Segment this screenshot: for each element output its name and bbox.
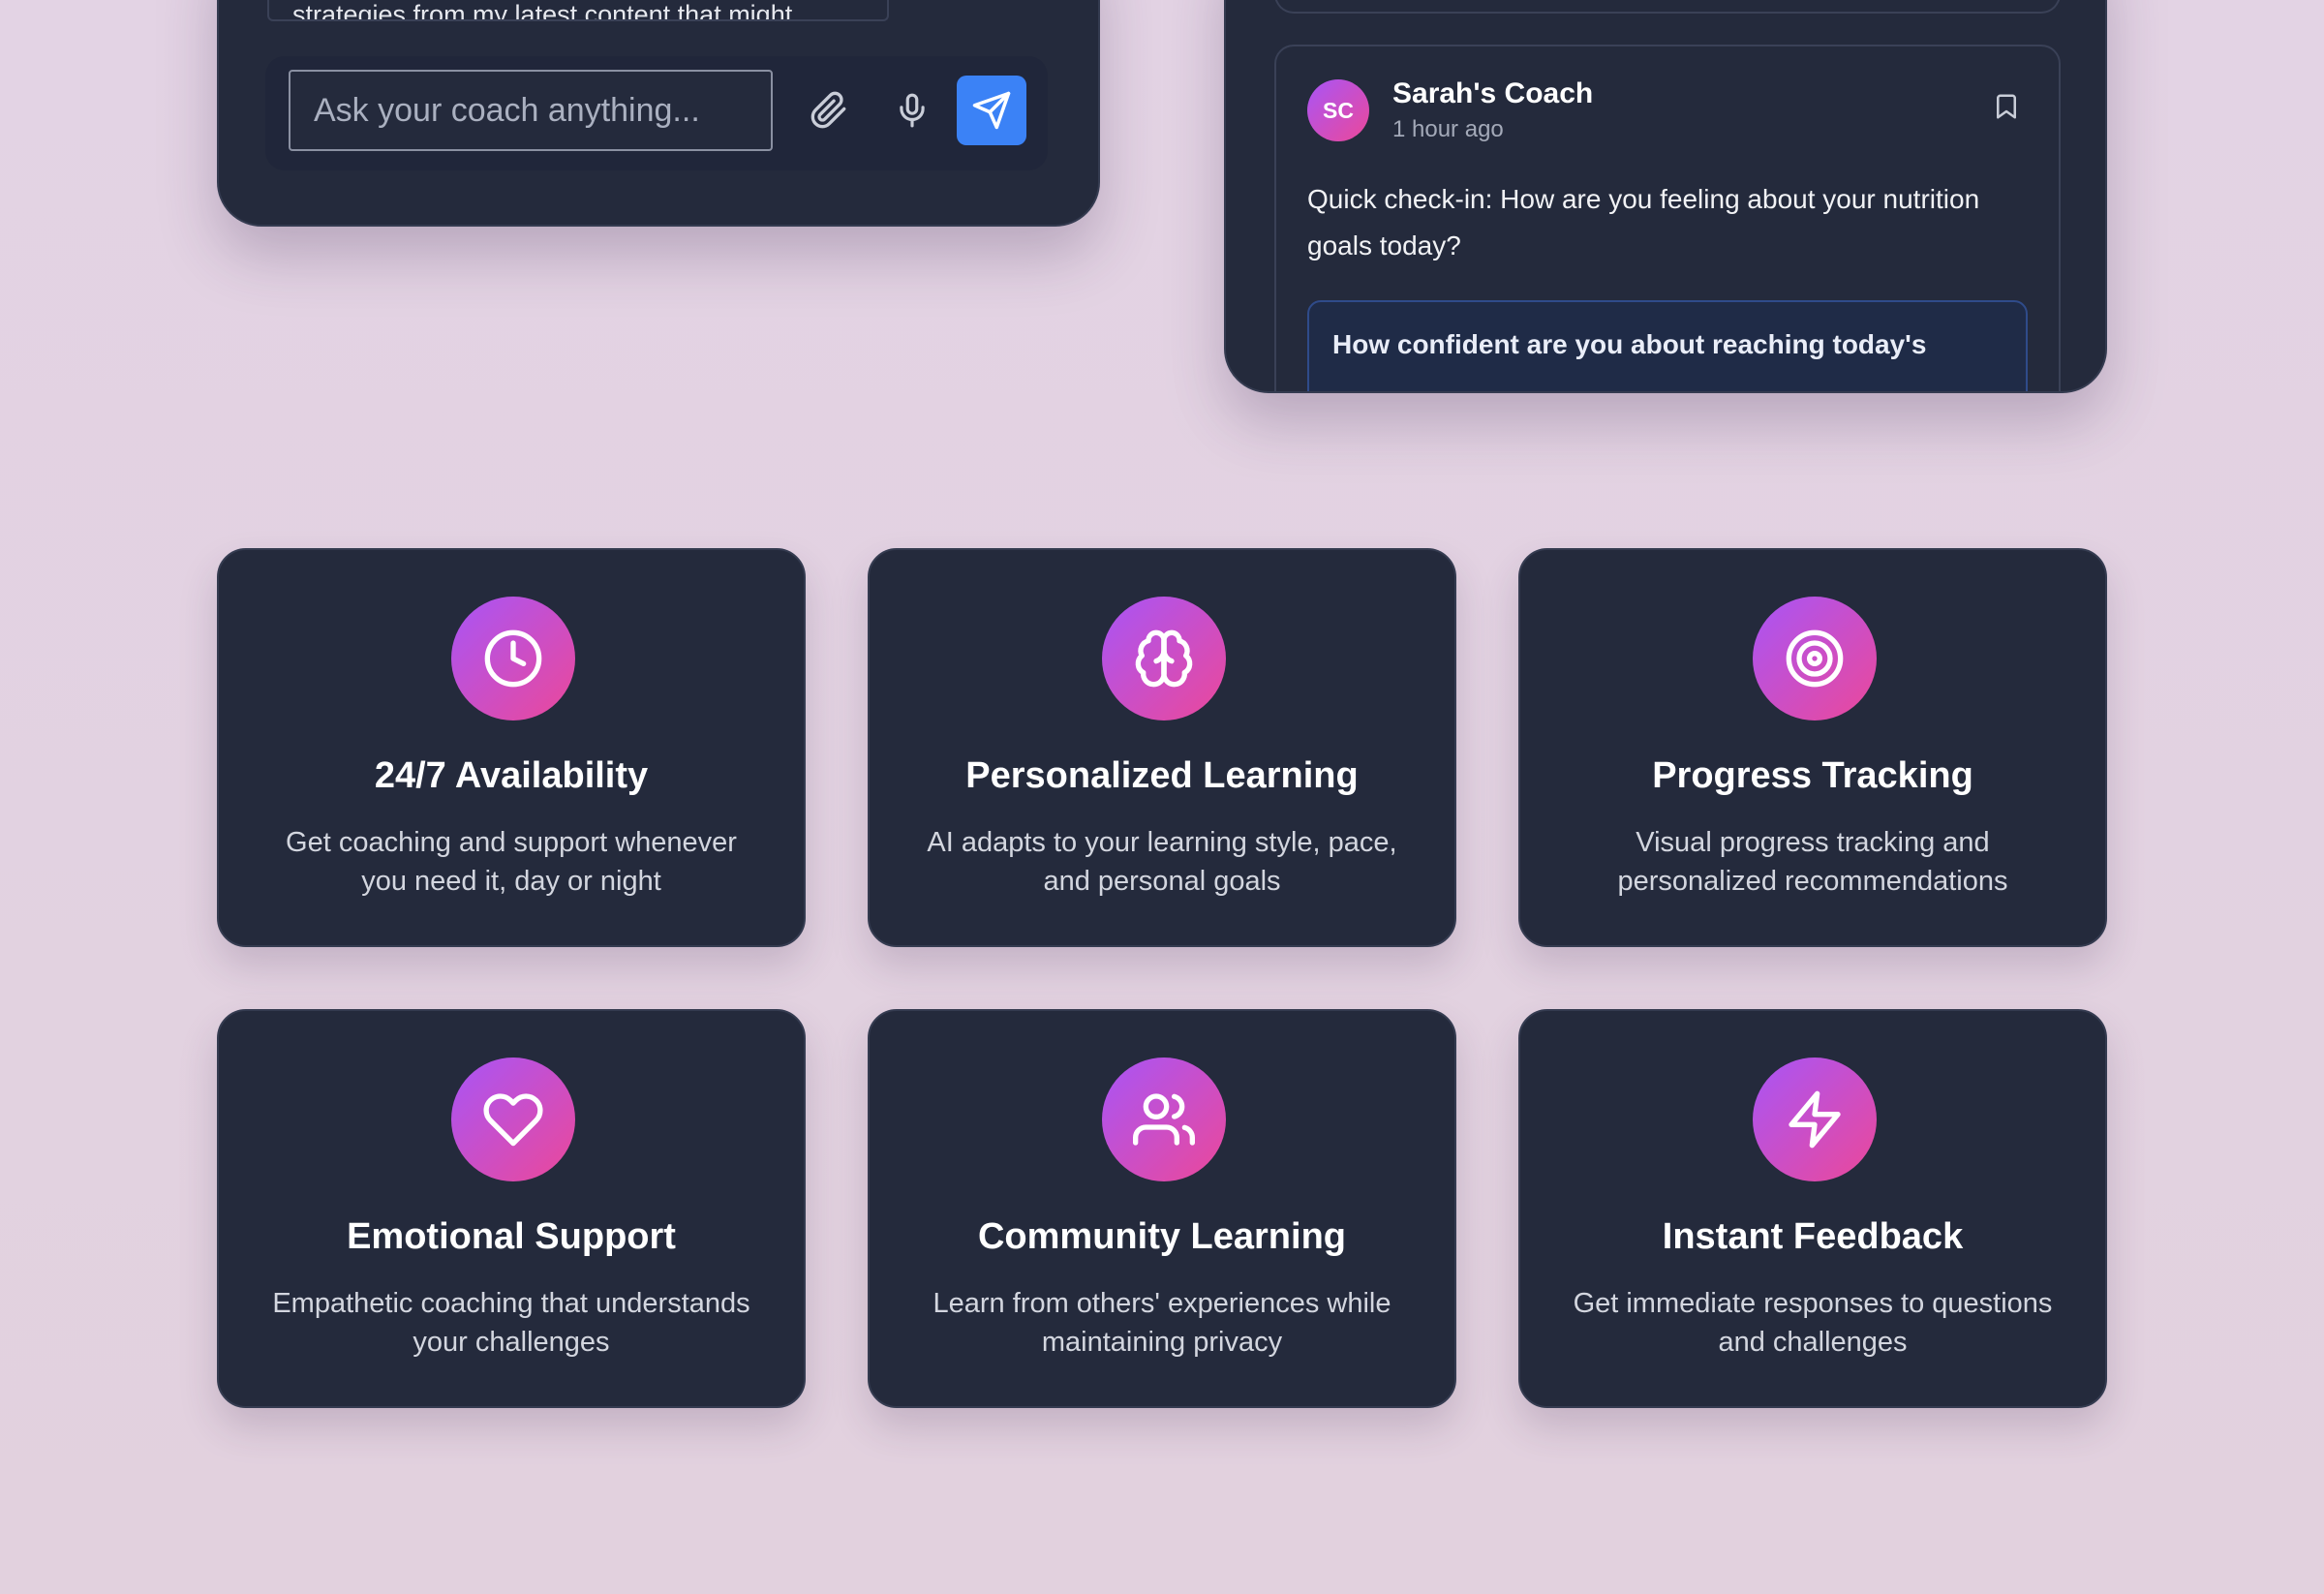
send-button[interactable] — [957, 76, 1026, 145]
feature-description: Get immediate responses to questions and… — [1573, 1288, 2053, 1358]
feature-card-instant-feedback: Instant Feedback Get immediate responses… — [1518, 1009, 2107, 1408]
paperclip-icon — [810, 91, 846, 129]
feature-description: Empathetic coaching that understands you… — [272, 1288, 750, 1358]
feature-title: Instant Feedback — [1662, 1216, 1964, 1257]
feature-icon-badge — [451, 1058, 575, 1181]
check-in-question[interactable]: How confident are you about reaching tod… — [1307, 300, 2028, 391]
previous-message-bubble: strategies from my latest content that m… — [267, 0, 889, 21]
feature-icon-badge — [1102, 597, 1226, 720]
lightning-icon — [1789, 1090, 1841, 1149]
feature-card-availability: 24/7 Availability Get coaching and suppo… — [217, 548, 806, 947]
feature-card-community-learning: Community Learning Learn from others' ex… — [868, 1009, 1456, 1408]
target-icon — [1786, 629, 1844, 688]
feature-icon-badge — [1753, 1058, 1877, 1181]
users-icon — [1133, 1093, 1195, 1146]
previous-message-text: strategies from my latest content that m… — [292, 0, 793, 21]
previous-message-card — [1274, 0, 2061, 14]
attach-button[interactable] — [800, 81, 858, 139]
feature-icon-badge — [451, 597, 575, 720]
feature-description: AI adapts to your learning style, pace, … — [927, 827, 1397, 897]
feature-description: Visual progress tracking and personalize… — [1617, 827, 2008, 897]
coach-messages-panel: SC Sarah's Coach 1 hour ago Quick check-… — [1224, 0, 2107, 393]
feature-title: 24/7 Availability — [374, 755, 649, 796]
feature-icon-badge — [1753, 597, 1877, 720]
sender-name: Sarah's Coach — [1392, 77, 1594, 109]
microphone-icon — [900, 93, 925, 128]
feature-title: Emotional Support — [347, 1216, 676, 1257]
message-text: Quick check-in: How are you feeling abou… — [1307, 184, 1980, 261]
coach-message-card: SC Sarah's Coach 1 hour ago Quick check-… — [1274, 45, 2061, 391]
message-timestamp: 1 hour ago — [1392, 116, 1504, 142]
chat-input-bar — [265, 56, 1048, 170]
feature-description: Get coaching and support whenever you ne… — [286, 827, 737, 897]
feature-card-emotional-support: Emotional Support Empathetic coaching th… — [217, 1009, 806, 1408]
feature-title: Community Learning — [977, 1216, 1347, 1257]
heart-icon — [483, 1093, 543, 1147]
feature-card-progress-tracking: Progress Tracking Visual progress tracki… — [1518, 548, 2107, 947]
feature-icon-badge — [1102, 1058, 1226, 1181]
chat-input[interactable] — [289, 70, 773, 151]
feature-description: Learn from others' experiences while mai… — [933, 1288, 1391, 1358]
send-icon — [972, 91, 1011, 130]
feature-card-personalized-learning: Personalized Learning AI adapts to your … — [868, 548, 1456, 947]
avatar: SC — [1307, 79, 1369, 141]
clock-icon — [484, 629, 542, 688]
question-text: How confident are you about reaching tod… — [1332, 329, 1927, 359]
bookmark-icon — [1997, 94, 2016, 119]
feature-title: Progress Tracking — [1652, 755, 1973, 796]
microphone-button[interactable] — [883, 81, 941, 139]
bookmark-button[interactable] — [1985, 85, 2028, 128]
feature-title: Personalized Learning — [965, 755, 1359, 796]
chat-panel: strategies from my latest content that m… — [217, 0, 1100, 227]
brain-icon — [1135, 629, 1193, 688]
